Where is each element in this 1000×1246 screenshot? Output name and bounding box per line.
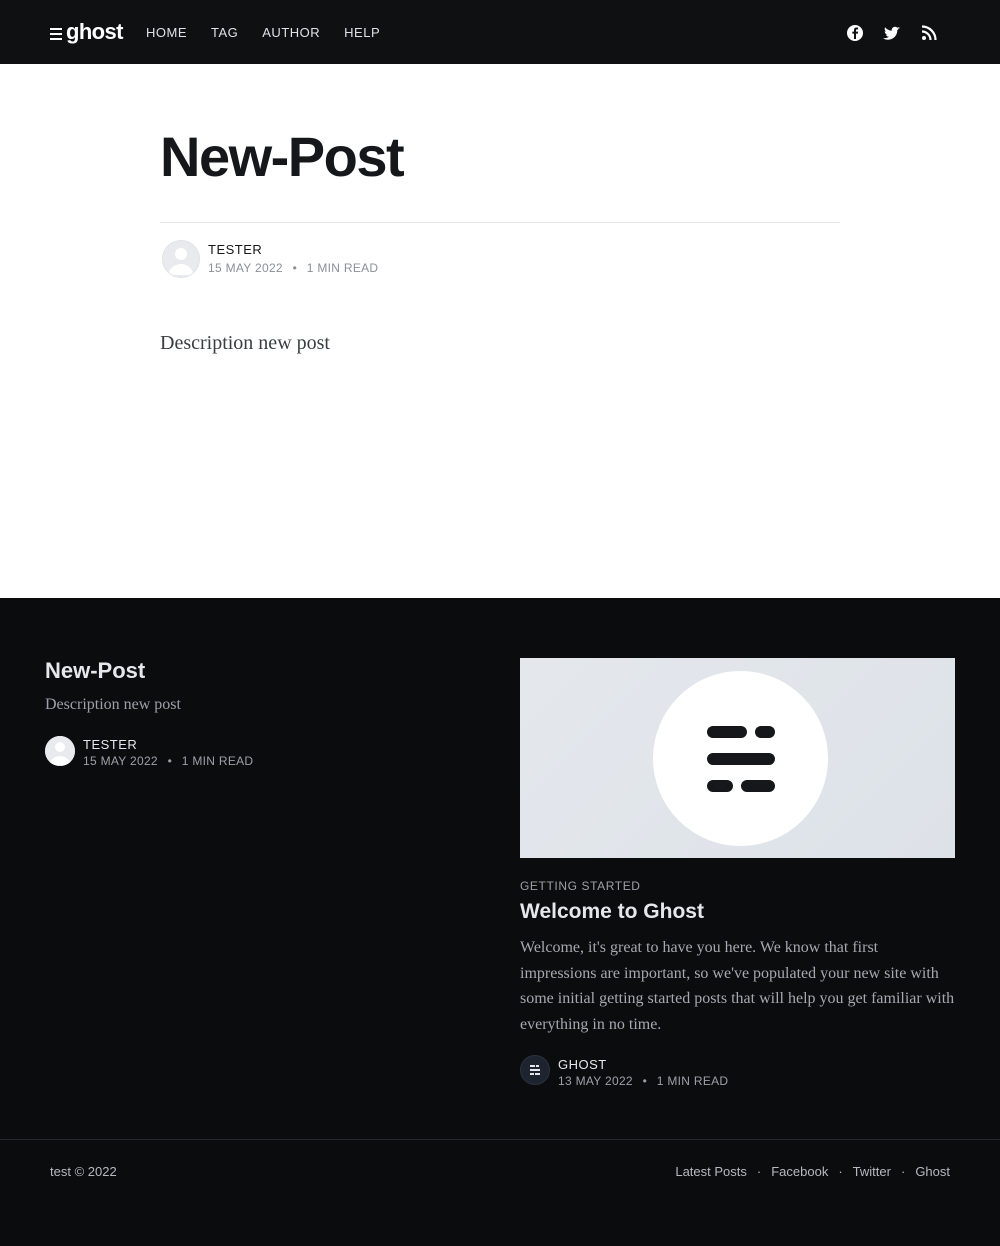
- welcome-post-meta: 13 MAY 2022 • 1 MIN READ: [558, 1074, 728, 1088]
- post-title: New-Post: [160, 125, 405, 188]
- ghost-author-avatar[interactable]: [520, 1055, 550, 1085]
- welcome-post-excerpt: Welcome, it's great to have you here. We…: [520, 939, 955, 1033]
- meta-separator: •: [292, 261, 298, 275]
- related-post-title[interactable]: New-Post: [45, 658, 145, 684]
- author-avatar[interactable]: [162, 240, 200, 278]
- link-separator: ·: [756, 1164, 762, 1179]
- site-header: ghost HOME TAG AUTHOR HELP: [0, 0, 1000, 64]
- author-name[interactable]: TESTER: [208, 242, 262, 257]
- facebook-icon[interactable]: [846, 24, 864, 42]
- post-tag[interactable]: GETTING STARTED: [520, 879, 641, 893]
- footer-links: Latest Posts · Facebook · Twitter · Ghos…: [675, 1164, 950, 1179]
- meta-separator: •: [167, 754, 173, 768]
- read-time: 1 MIN READ: [306, 261, 379, 275]
- footer-link-twitter[interactable]: Twitter: [853, 1164, 891, 1179]
- meta-separator: •: [642, 1074, 648, 1088]
- nav-home[interactable]: HOME: [146, 25, 187, 40]
- ghost-logo-icon: [50, 28, 62, 40]
- rss-icon[interactable]: [920, 24, 938, 42]
- ghost-logo-circle: [653, 671, 828, 846]
- nav-tag[interactable]: TAG: [211, 25, 238, 40]
- feature-image[interactable]: [520, 658, 955, 858]
- welcome-post-title[interactable]: Welcome to Ghost: [520, 900, 704, 924]
- footer-link-facebook[interactable]: Facebook: [771, 1164, 828, 1179]
- ghost-logo[interactable]: ghost: [50, 18, 123, 46]
- related-post-meta: 15 MAY 2022 • 1 MIN READ: [83, 754, 253, 768]
- post-meta: 15 MAY 2022 • 1 MIN READ: [208, 261, 378, 275]
- related-read-time: 1 MIN READ: [181, 754, 254, 768]
- nav-author[interactable]: AUTHOR: [262, 25, 320, 40]
- ghost-logo-icon: [707, 726, 775, 792]
- related-author-name[interactable]: TESTER: [83, 737, 137, 752]
- footer-link-ghost[interactable]: Ghost: [915, 1164, 950, 1179]
- logo-text: ghost: [66, 19, 123, 44]
- footer-link-latest-posts[interactable]: Latest Posts: [675, 1164, 747, 1179]
- welcome-post-date: 13 MAY 2022: [558, 1074, 633, 1088]
- social-links: [846, 24, 938, 42]
- title-divider: [160, 222, 840, 223]
- link-separator: ·: [838, 1164, 843, 1179]
- copyright: test © 2022: [50, 1164, 117, 1179]
- related-post-description: Description new post: [45, 696, 181, 713]
- ghost-author-name[interactable]: GHOST: [558, 1057, 607, 1072]
- related-author-avatar[interactable]: [45, 736, 75, 766]
- twitter-icon[interactable]: [883, 24, 901, 42]
- nav-help[interactable]: HELP: [344, 25, 380, 40]
- post-body: Description new post: [160, 332, 330, 354]
- footer-divider: [0, 1139, 1000, 1140]
- link-separator: ·: [900, 1164, 906, 1179]
- welcome-read-time: 1 MIN READ: [656, 1074, 729, 1088]
- post-date: 15 MAY 2022: [208, 261, 283, 275]
- related-post-date: 15 MAY 2022: [83, 754, 158, 768]
- main-nav: HOME TAG AUTHOR HELP: [146, 0, 380, 64]
